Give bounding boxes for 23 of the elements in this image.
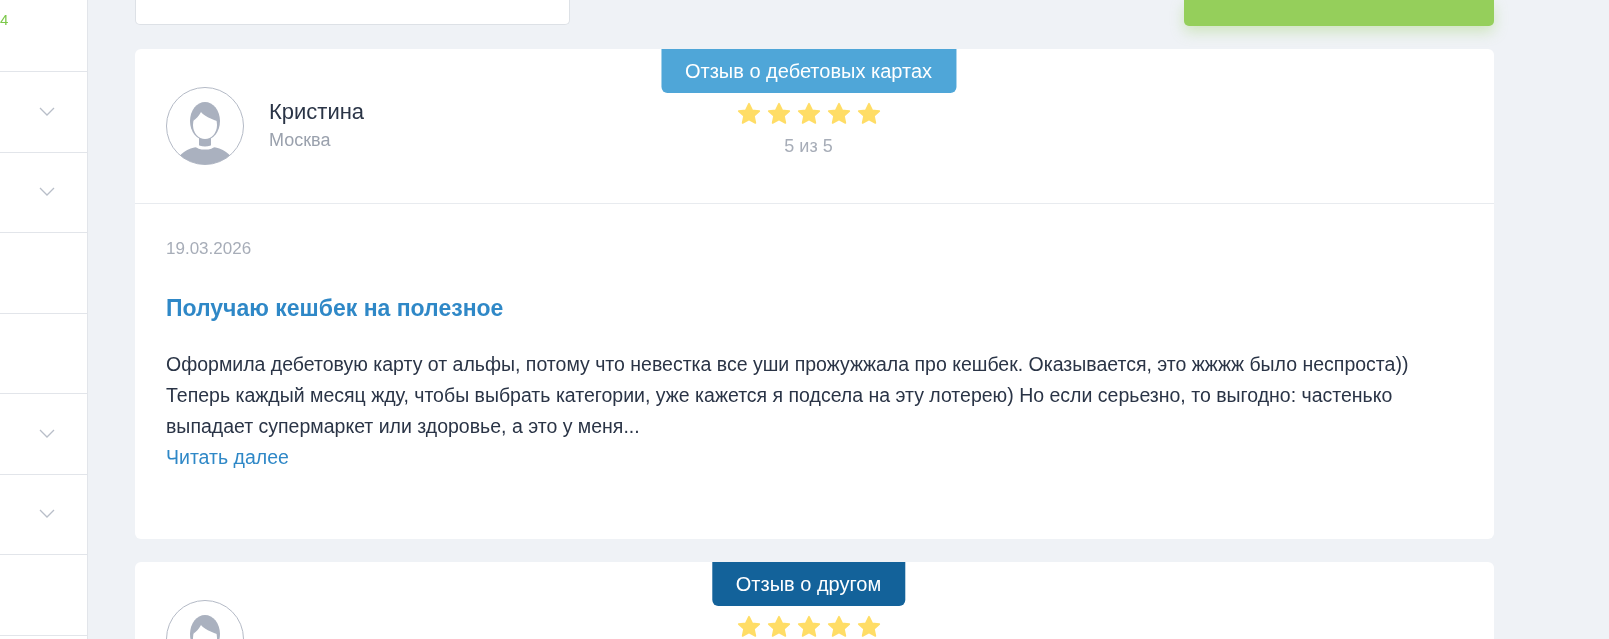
review-text: Оформила дебетовую карту от альфы, потому что невестка все уши прожужжала про кешбек. Оказывается, это жжжж было неспроста)) Теперь каждый месяц жду, чтобы выбрать категории, уже кажется я подсела на эту лотерею) Но если серьезно, то выгодно: частенько выпадает супермаркет или здоровье, а это у меня... (166, 352, 1410, 439)
star-icon (765, 614, 792, 639)
star-icon (735, 614, 762, 639)
star-icon (825, 101, 852, 127)
star-icon (795, 101, 822, 127)
star-icon (735, 101, 762, 127)
review-title[interactable]: Получаю кешбек на полезное (166, 290, 504, 325)
sidebar-value: 4 (0, 10, 9, 31)
star-icon (795, 614, 822, 639)
rating-text: 5 из 5 (784, 135, 833, 158)
avatar-icon (166, 87, 244, 165)
category-badge: Отзыв о другом (711, 562, 906, 606)
star-icon (765, 101, 792, 127)
star-icon (855, 101, 882, 127)
star-icon (825, 614, 852, 639)
reviewer-city: Москва (269, 129, 332, 152)
reviewer-name: Кристина (269, 98, 365, 126)
action-button[interactable] (1184, 0, 1494, 26)
category-badge: Отзыв о дебетовых картах (660, 49, 957, 93)
read-more-link[interactable]: Читать далее (166, 442, 289, 473)
search-field[interactable] (135, 0, 570, 25)
review-date: 19.03.2026 (166, 238, 252, 260)
star-icon (855, 614, 882, 639)
